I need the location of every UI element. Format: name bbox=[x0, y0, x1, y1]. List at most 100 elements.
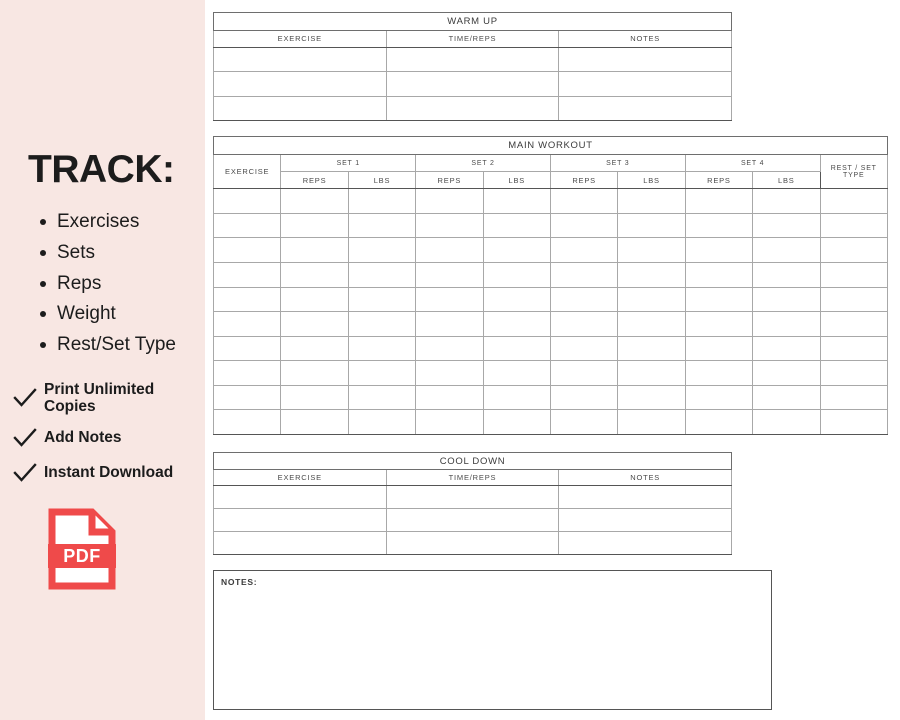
main-rest-set-type-cell[interactable] bbox=[819, 262, 889, 288]
main-exercise-cell[interactable] bbox=[212, 188, 282, 214]
main-set-2-reps-cell[interactable] bbox=[415, 286, 484, 313]
table-row[interactable] bbox=[212, 360, 889, 386]
main-set-2-lbs-cell[interactable] bbox=[482, 237, 551, 264]
main-exercise-cell[interactable] bbox=[212, 262, 282, 288]
main-set-1-reps-cell[interactable] bbox=[280, 188, 349, 214]
main-set-3-lbs-cell[interactable] bbox=[617, 188, 686, 214]
main-set-2-lbs-cell[interactable] bbox=[482, 262, 551, 288]
table-row[interactable] bbox=[213, 46, 732, 73]
main-set-3-lbs-cell[interactable] bbox=[617, 409, 686, 435]
warm-up-time-cell[interactable] bbox=[385, 71, 560, 97]
main-set-2-lbs-cell[interactable] bbox=[482, 360, 551, 386]
main-set-2-reps-cell[interactable] bbox=[415, 409, 484, 435]
table-row[interactable] bbox=[212, 335, 889, 362]
main-set-1-lbs-cell[interactable] bbox=[347, 384, 417, 411]
main-set-2-reps-cell[interactable] bbox=[415, 384, 484, 411]
warm-up-exercise-cell[interactable] bbox=[213, 95, 387, 122]
main-set-3-lbs-cell[interactable] bbox=[617, 212, 686, 239]
main-rest-set-type-cell[interactable] bbox=[819, 311, 889, 337]
main-set-1-lbs-cell[interactable] bbox=[347, 311, 417, 337]
main-set-3-reps-cell[interactable] bbox=[549, 188, 619, 214]
main-set-2-lbs-cell[interactable] bbox=[482, 384, 551, 411]
warm-up-time-cell[interactable] bbox=[385, 46, 560, 73]
cool-down-exercise-cell[interactable] bbox=[213, 508, 387, 532]
main-set-3-reps-cell[interactable] bbox=[549, 212, 619, 239]
main-set-2-lbs-cell[interactable] bbox=[482, 311, 551, 337]
cool-down-time-cell[interactable] bbox=[385, 508, 560, 532]
notes-box[interactable]: NOTES: bbox=[213, 570, 772, 710]
main-set-3-lbs-cell[interactable] bbox=[617, 262, 686, 288]
table-row[interactable] bbox=[213, 485, 732, 509]
main-set-3-reps-cell[interactable] bbox=[549, 335, 619, 362]
main-set-4-lbs-cell[interactable] bbox=[752, 237, 821, 264]
main-exercise-cell[interactable] bbox=[212, 286, 282, 313]
main-set-4-lbs-cell[interactable] bbox=[752, 262, 821, 288]
main-set-2-reps-cell[interactable] bbox=[415, 311, 484, 337]
main-set-3-lbs-cell[interactable] bbox=[617, 311, 686, 337]
main-set-4-reps-cell[interactable] bbox=[684, 262, 754, 288]
main-set-3-lbs-cell[interactable] bbox=[617, 335, 686, 362]
main-set-4-reps-cell[interactable] bbox=[684, 188, 754, 214]
table-row[interactable] bbox=[212, 384, 889, 411]
main-set-1-reps-cell[interactable] bbox=[280, 335, 349, 362]
main-set-1-lbs-cell[interactable] bbox=[347, 212, 417, 239]
main-exercise-cell[interactable] bbox=[212, 409, 282, 435]
main-set-1-lbs-cell[interactable] bbox=[347, 262, 417, 288]
table-row[interactable] bbox=[213, 95, 732, 122]
main-set-4-reps-cell[interactable] bbox=[684, 286, 754, 313]
main-rest-set-type-cell[interactable] bbox=[819, 409, 889, 435]
main-set-3-lbs-cell[interactable] bbox=[617, 286, 686, 313]
cool-down-time-cell[interactable] bbox=[385, 531, 560, 555]
main-set-4-reps-cell[interactable] bbox=[684, 384, 754, 411]
main-set-1-reps-cell[interactable] bbox=[280, 409, 349, 435]
table-row[interactable] bbox=[213, 531, 732, 555]
main-rest-set-type-cell[interactable] bbox=[819, 237, 889, 264]
main-set-1-reps-cell[interactable] bbox=[280, 212, 349, 239]
main-set-3-reps-cell[interactable] bbox=[549, 409, 619, 435]
main-set-4-reps-cell[interactable] bbox=[684, 212, 754, 239]
main-exercise-cell[interactable] bbox=[212, 311, 282, 337]
main-set-4-lbs-cell[interactable] bbox=[752, 360, 821, 386]
main-set-2-reps-cell[interactable] bbox=[415, 188, 484, 214]
cool-down-notes-cell[interactable] bbox=[558, 508, 732, 532]
table-row[interactable] bbox=[212, 286, 889, 313]
main-set-3-reps-cell[interactable] bbox=[549, 360, 619, 386]
cool-down-notes-cell[interactable] bbox=[558, 485, 732, 509]
main-set-2-reps-cell[interactable] bbox=[415, 335, 484, 362]
main-exercise-cell[interactable] bbox=[212, 237, 282, 264]
table-row[interactable] bbox=[212, 409, 889, 435]
main-set-2-lbs-cell[interactable] bbox=[482, 212, 551, 239]
main-set-4-reps-cell[interactable] bbox=[684, 409, 754, 435]
warm-up-exercise-cell[interactable] bbox=[213, 46, 387, 73]
table-row[interactable] bbox=[212, 262, 889, 288]
main-exercise-cell[interactable] bbox=[212, 212, 282, 239]
main-set-4-reps-cell[interactable] bbox=[684, 311, 754, 337]
main-set-1-reps-cell[interactable] bbox=[280, 360, 349, 386]
main-set-1-reps-cell[interactable] bbox=[280, 384, 349, 411]
table-row[interactable] bbox=[213, 71, 732, 97]
main-rest-set-type-cell[interactable] bbox=[819, 212, 889, 239]
main-exercise-cell[interactable] bbox=[212, 335, 282, 362]
warm-up-notes-cell[interactable] bbox=[558, 71, 732, 97]
warm-up-notes-cell[interactable] bbox=[558, 46, 732, 73]
main-set-2-reps-cell[interactable] bbox=[415, 360, 484, 386]
main-set-4-lbs-cell[interactable] bbox=[752, 335, 821, 362]
main-set-1-reps-cell[interactable] bbox=[280, 311, 349, 337]
main-rest-set-type-cell[interactable] bbox=[819, 360, 889, 386]
table-row[interactable] bbox=[212, 212, 889, 239]
main-set-4-reps-cell[interactable] bbox=[684, 237, 754, 264]
cool-down-exercise-cell[interactable] bbox=[213, 485, 387, 509]
main-set-4-lbs-cell[interactable] bbox=[752, 212, 821, 239]
main-set-2-lbs-cell[interactable] bbox=[482, 286, 551, 313]
main-set-1-reps-cell[interactable] bbox=[280, 237, 349, 264]
cool-down-notes-cell[interactable] bbox=[558, 531, 732, 555]
table-row[interactable] bbox=[212, 188, 889, 214]
main-set-2-reps-cell[interactable] bbox=[415, 212, 484, 239]
main-set-4-lbs-cell[interactable] bbox=[752, 384, 821, 411]
main-set-1-lbs-cell[interactable] bbox=[347, 286, 417, 313]
main-set-1-reps-cell[interactable] bbox=[280, 262, 349, 288]
main-set-4-reps-cell[interactable] bbox=[684, 335, 754, 362]
warm-up-exercise-cell[interactable] bbox=[213, 71, 387, 97]
main-set-3-reps-cell[interactable] bbox=[549, 237, 619, 264]
main-set-1-lbs-cell[interactable] bbox=[347, 409, 417, 435]
